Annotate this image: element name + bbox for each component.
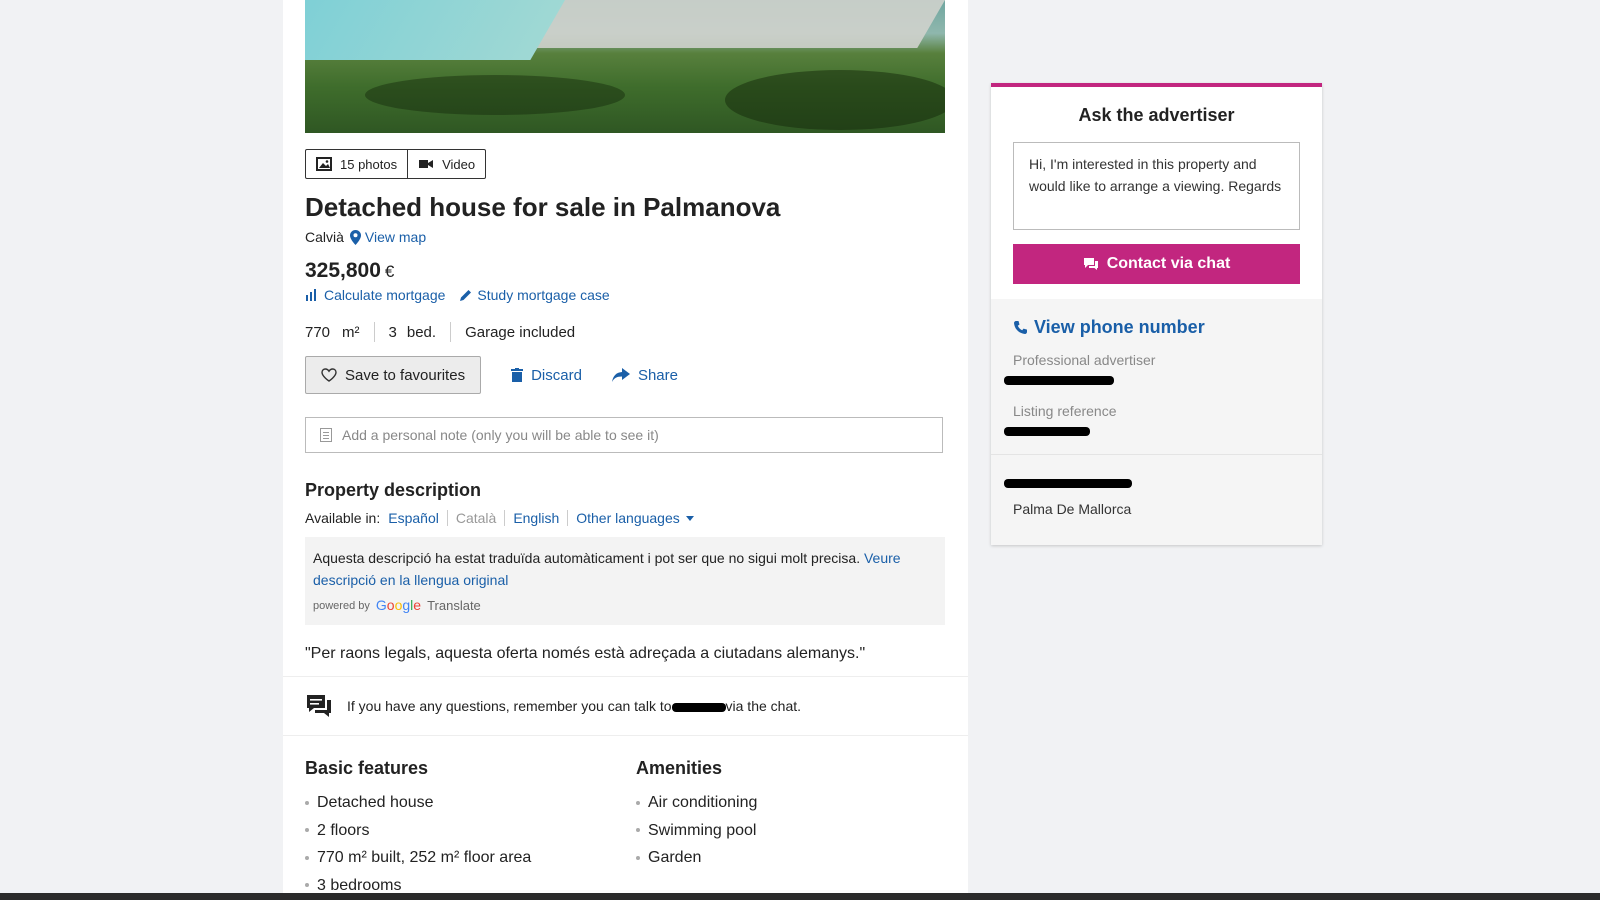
contact-sidebar: Ask the advertiser Hi, I'm interested in… <box>991 83 1322 545</box>
redacted-name <box>671 702 726 712</box>
other-languages-label: Other languages <box>576 510 680 526</box>
advertiser-info: View phone number Professional advertise… <box>991 299 1322 545</box>
share-arrow-icon <box>611 368 630 382</box>
beds-unit: bed. <box>406 323 437 341</box>
caret-down-icon <box>685 515 694 521</box>
description-heading: Property description <box>305 480 482 500</box>
area-value: 770 <box>305 323 331 341</box>
chat-icon <box>1083 258 1098 270</box>
list-item: 2 floors <box>305 817 605 845</box>
amenities: Amenities Air conditioning Swimming pool… <box>636 758 936 872</box>
price-currency: € <box>384 262 395 281</box>
video-tab-label: Video <box>442 156 476 172</box>
contact-via-chat-label: Contact via chat <box>1106 255 1231 272</box>
share-button[interactable]: Share <box>611 366 678 384</box>
property-photo[interactable] <box>305 0 945 133</box>
language-option-english[interactable]: English <box>504 510 567 526</box>
chat-bubbles-icon <box>307 695 331 717</box>
list-item: Swimming pool <box>636 817 936 845</box>
share-label: Share <box>637 366 678 384</box>
listing-main-panel: 15 photos Video Detached house for sale … <box>283 0 968 893</box>
other-languages-dropdown[interactable]: Other languages <box>567 510 702 526</box>
list-item: 770 m² built, 252 m² floor area <box>305 844 605 872</box>
view-map-link[interactable]: View map <box>349 229 427 245</box>
list-item: Detached house <box>305 789 605 817</box>
location-row: Calvià View map <box>305 229 426 245</box>
language-option-catala: Català <box>446 510 504 526</box>
save-label: Save to favourites <box>345 366 466 384</box>
language-option-espanol[interactable]: Español <box>380 510 447 526</box>
note-icon <box>320 428 332 442</box>
available-in-label: Available in: <box>305 510 381 526</box>
personal-note-placeholder: Add a personal note (only you will be ab… <box>342 427 659 443</box>
amenities-heading: Amenities <box>636 758 723 778</box>
heart-icon <box>321 368 337 382</box>
photos-tab-label: 15 photos <box>340 156 398 172</box>
listing-title: Detached house for sale in Palmanova <box>305 192 781 222</box>
contact-via-chat-button[interactable]: Contact via chat <box>1013 244 1300 284</box>
powered-by-google: powered by Google Translate <box>313 594 937 618</box>
photo-shadow <box>365 75 625 115</box>
calculate-mortgage-label: Calculate mortgage <box>324 287 446 303</box>
study-mortgage-link[interactable]: Study mortgage case <box>459 287 610 303</box>
image-icon <box>316 157 332 171</box>
redacted-advertiser-name <box>1004 376 1114 385</box>
phone-icon <box>1014 321 1027 334</box>
advertiser-city: Palma De Mallorca <box>1013 501 1132 517</box>
photo-pool-area <box>305 0 565 60</box>
mortgage-links: Calculate mortgage Study mortgage case <box>305 287 610 303</box>
price: 325,800 € <box>305 259 394 283</box>
discard-button[interactable]: Discard <box>511 367 582 384</box>
taskbar <box>0 893 1600 900</box>
language-selector: Available in: Español Català English Oth… <box>305 510 702 526</box>
view-phone-number-link[interactable]: View phone number <box>1013 317 1205 338</box>
discard-label: Discard <box>531 366 582 384</box>
listing-actions: Save to favourites Discard Share <box>305 356 678 394</box>
video-tab[interactable]: Video <box>407 150 485 178</box>
listing-reference-label: Listing reference <box>1013 403 1117 419</box>
area-unit: m² <box>342 323 360 341</box>
translate-label: Translate <box>427 598 481 613</box>
translation-notice-text: Aquesta descripció ha estat traduïda aut… <box>313 550 861 566</box>
divider <box>991 454 1322 455</box>
chat-hint: If you have any questions, remember you … <box>283 676 968 736</box>
price-value: 325,800 <box>305 259 381 282</box>
redacted-reference <box>1004 427 1090 436</box>
key-features: 770 m² 3 bed. Garage included <box>305 322 575 342</box>
description-text: "Per raons legals, aquesta oferta només … <box>305 645 866 662</box>
bar-chart-icon <box>306 289 316 301</box>
list-item: 3 bedrooms <box>305 872 605 894</box>
divider <box>373 322 375 342</box>
trash-icon <box>511 368 524 382</box>
video-camera-icon <box>419 160 434 168</box>
garage-feature: Garage included <box>465 323 576 341</box>
list-item: Air conditioning <box>636 789 936 817</box>
save-to-favourites-button[interactable]: Save to favourites <box>305 356 482 394</box>
powered-by-label: powered by <box>313 600 370 612</box>
divider <box>450 322 452 342</box>
message-textarea[interactable]: Hi, I'm interested in this property and … <box>1013 142 1300 230</box>
photos-tab[interactable]: 15 photos <box>306 150 407 178</box>
google-logo: Google <box>375 597 422 613</box>
chat-hint-text: If you have any questions, remember you … <box>347 698 802 714</box>
list-item: Garden <box>636 844 936 872</box>
media-tabs: 15 photos Video <box>305 149 487 179</box>
view-phone-number-label: View phone number <box>1034 317 1205 337</box>
redacted-agency-name <box>1004 479 1132 488</box>
view-map-label: View map <box>364 229 427 245</box>
sidebar-heading: Ask the advertiser <box>1078 105 1235 125</box>
basic-features-heading: Basic features <box>305 758 429 778</box>
personal-note-input[interactable]: Add a personal note (only you will be ab… <box>305 417 943 453</box>
map-pin-icon <box>349 229 361 245</box>
basic-features: Basic features Detached house 2 floors 7… <box>305 758 605 893</box>
study-mortgage-label: Study mortgage case <box>477 287 610 303</box>
photo-shadow <box>725 70 945 130</box>
advertiser-type-label: Professional advertiser <box>1013 352 1156 368</box>
location-text: Calvià <box>305 229 344 245</box>
beds-value: 3 <box>388 323 397 341</box>
calculate-mortgage-link[interactable]: Calculate mortgage <box>305 287 445 303</box>
pencil-icon <box>460 289 472 301</box>
translation-notice: Aquesta descripció ha estat traduïda aut… <box>305 537 945 625</box>
